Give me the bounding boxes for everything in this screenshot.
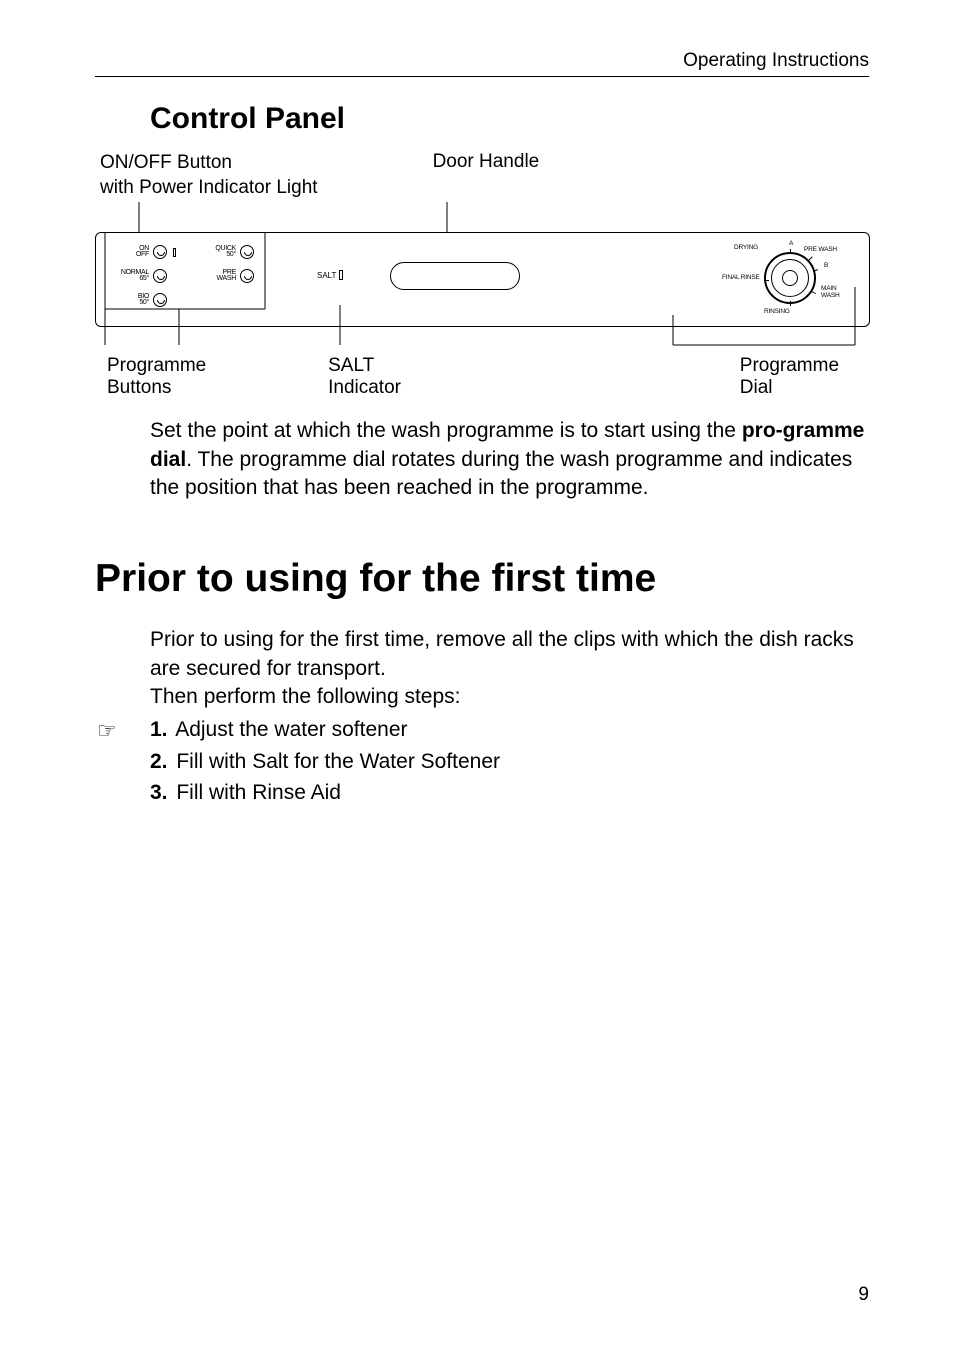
salt-indicator: SALT (317, 270, 343, 280)
programme-buttons-area: ON OFF NORMAL 65° BIO 50° QUICK 50° PRE … (117, 240, 254, 312)
label-onoff-1: ON/OFF Button (100, 151, 318, 176)
dial-description: Set the point at which the wash programm… (150, 417, 869, 502)
intro-text: Prior to using for the first time, remov… (150, 626, 869, 711)
section-title: Control Panel (150, 102, 869, 136)
label-door-handle: Door Handle (433, 151, 540, 200)
diagram-bottom-labels: Programme Buttons SALT Indicator Program… (95, 355, 869, 399)
label-onoff-2: with Power Indicator Light (100, 176, 318, 201)
control-panel-diagram: ON OFF NORMAL 65° BIO 50° QUICK 50° PRE … (95, 202, 870, 347)
header-text: Operating Instructions (683, 50, 869, 71)
programme-dial: DRYING A PRE WASH B FINAL RINSE MAIN WAS… (722, 238, 852, 320)
label-programme-dial: Programme Dial (740, 355, 869, 399)
main-heading: Prior to using for the first time (95, 557, 869, 601)
diagram-top-labels: ON/OFF Button with Power Indicator Light… (95, 151, 869, 200)
page-number: 9 (858, 1284, 869, 1306)
label-salt-indicator: SALT Indicator (328, 355, 445, 399)
header-rule: Operating Instructions (95, 50, 869, 77)
label-programme-buttons: Programme Buttons (107, 355, 266, 399)
door-handle (390, 262, 520, 290)
steps-list: ☞ 1. Adjust the water softener 2. Fill w… (95, 715, 869, 808)
pointing-hand-icon: ☞ (95, 715, 150, 747)
